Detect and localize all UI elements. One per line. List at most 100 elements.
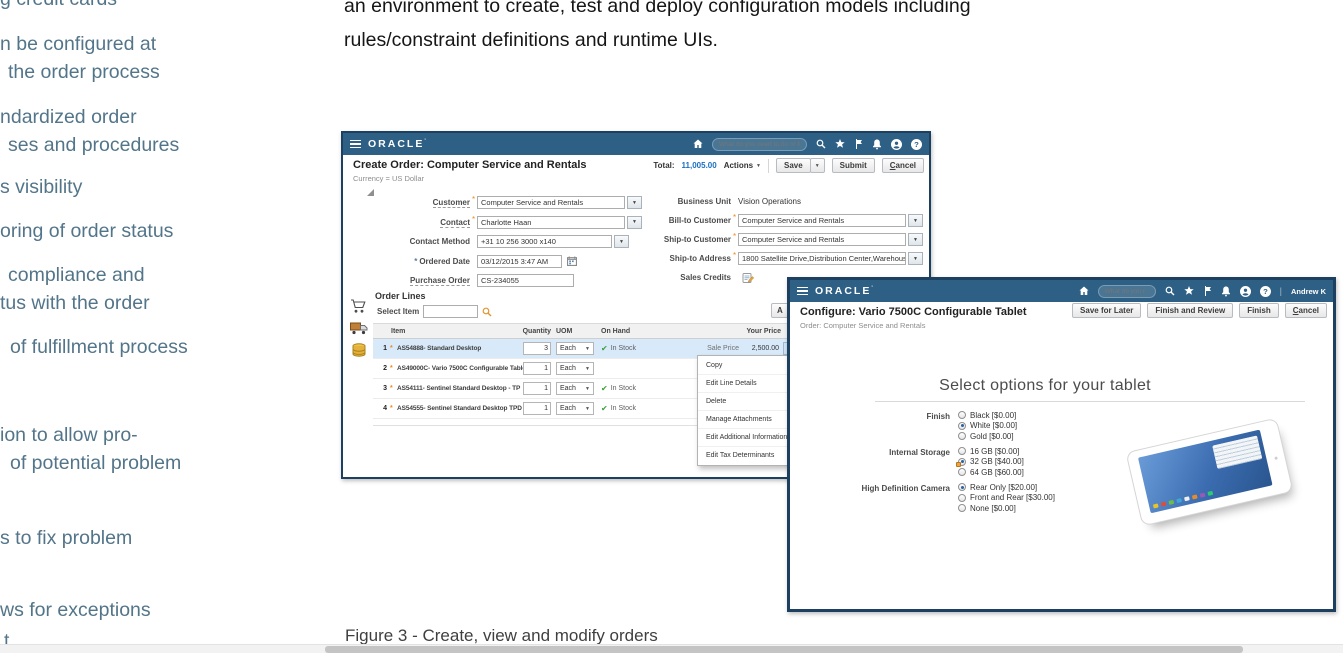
tablet-screen xyxy=(1137,429,1273,514)
field-input[interactable]: Computer Service and Rentals xyxy=(738,233,906,246)
radio-option[interactable]: None [$0.00] xyxy=(958,504,1055,513)
menu-icon[interactable] xyxy=(797,286,808,296)
flag-icon[interactable] xyxy=(1203,286,1212,296)
radio-button[interactable] xyxy=(958,411,966,419)
left-text-fragment: the order process xyxy=(8,61,160,83)
submit-button[interactable]: Submit xyxy=(831,158,875,173)
context-menu-item[interactable]: Edit Additional Information xyxy=(698,428,788,446)
scrollbar-thumb[interactable] xyxy=(325,646,1243,653)
save-options-button[interactable]: ▼ xyxy=(809,158,825,173)
uom-select[interactable]: Each ▼ xyxy=(556,362,594,375)
cancel-button[interactable]: Cancel xyxy=(1284,303,1327,318)
search-input[interactable] xyxy=(719,140,800,148)
on-hand-status: In Stock xyxy=(610,385,636,392)
quantity-cell xyxy=(523,399,551,418)
on-hand-status: In Stock xyxy=(610,405,636,412)
notifications-bell-icon[interactable] xyxy=(1221,286,1231,297)
radio-option[interactable]: 32 GB [$40.00] xyxy=(956,457,1024,467)
select-item-input[interactable] xyxy=(423,305,479,318)
option-group: Internal Storage 16 GB [$0.00] 32 GB [$40.… xyxy=(790,447,1055,477)
uom-select[interactable]: Each ▼ xyxy=(556,402,594,415)
left-text-fragment: ion to allow pro- xyxy=(0,424,138,446)
edit-sales-credits-icon[interactable] xyxy=(740,271,755,284)
context-menu-item[interactable]: Copy xyxy=(698,357,788,374)
home-icon[interactable] xyxy=(1079,286,1089,296)
radio-button[interactable] xyxy=(958,504,966,512)
uom-cell: Each ▼ xyxy=(556,359,594,378)
field-input[interactable]: CS-234055 xyxy=(477,274,574,288)
uom-select[interactable]: Each ▼ xyxy=(556,382,594,395)
context-menu-item[interactable]: Manage Attachments xyxy=(698,410,788,428)
radio-option[interactable]: Rear Only [$20.00] xyxy=(958,483,1055,492)
save-for-later-button[interactable]: Save for Later xyxy=(1072,303,1142,318)
user-circle-icon[interactable] xyxy=(891,138,902,150)
cart-icon[interactable] xyxy=(350,299,367,314)
menu-icon[interactable] xyxy=(350,139,361,149)
search-icon[interactable] xyxy=(816,139,826,149)
oracle-logo: ORACLE’ xyxy=(815,285,875,297)
chevron-down-icon: ▼ xyxy=(585,385,590,392)
actions-dropdown[interactable]: Actions ▼ xyxy=(724,161,761,170)
coins-icon[interactable] xyxy=(351,343,367,358)
radio-button[interactable] xyxy=(958,421,966,430)
radio-option[interactable]: Front and Rear [$30.00] xyxy=(958,493,1055,502)
context-menu-item[interactable]: Edit Line Details xyxy=(698,374,788,392)
option-list: Black [$0.00] White [$0.00] Gold [$0.00] xyxy=(958,411,1017,441)
truck-icon[interactable] xyxy=(349,322,368,335)
horizontal-scrollbar[interactable] xyxy=(0,644,1343,653)
help-icon[interactable]: ? xyxy=(1259,285,1271,297)
field-input[interactable]: 03/12/2015 3:47 AM xyxy=(477,254,562,268)
order-lines-toolbar xyxy=(346,299,371,358)
radio-option[interactable]: 64 GB [$60.00] xyxy=(958,468,1024,477)
dropdown-button[interactable]: ▼ xyxy=(908,233,923,246)
favorites-star-icon[interactable] xyxy=(835,139,845,149)
radio-option[interactable]: 16 GB [$0.00] xyxy=(958,447,1024,456)
column-header: On Hand xyxy=(601,327,631,335)
quantity-cell xyxy=(523,359,551,378)
left-text-fragment: n be configured at xyxy=(0,33,157,55)
radio-option[interactable]: Gold [$0.00] xyxy=(958,432,1017,441)
order-form-right-column: Business Unit*Vision OperationsBill-to C… xyxy=(575,192,923,287)
quantity-input[interactable] xyxy=(523,402,551,415)
form-row-right: Ship-to Address * 1800 Satellite Drive,Dis… xyxy=(575,249,923,268)
radio-option[interactable]: Black [$0.00] xyxy=(958,411,1017,420)
radio-button[interactable] xyxy=(958,447,966,455)
radio-button[interactable] xyxy=(956,457,966,467)
home-icon[interactable] xyxy=(693,139,703,149)
dropdown-button[interactable]: ▼ xyxy=(908,252,923,265)
help-icon[interactable]: ? xyxy=(911,138,922,150)
svg-text:?: ? xyxy=(1263,287,1268,296)
quantity-input[interactable] xyxy=(523,342,551,355)
item-name: AS54555- Sentinel Standard Desktop TPD -… xyxy=(397,405,543,412)
quantity-input[interactable] xyxy=(523,382,551,395)
user-circle-icon[interactable] xyxy=(1239,285,1251,297)
cancel-button[interactable]: Cancel xyxy=(881,158,924,173)
radio-button[interactable] xyxy=(958,493,966,502)
field-label-text: Customer xyxy=(432,198,470,209)
radio-button[interactable] xyxy=(958,468,966,476)
favorites-star-icon[interactable] xyxy=(1183,286,1194,296)
context-menu-item[interactable]: Delete xyxy=(698,392,788,410)
radio-option[interactable]: White [$0.00] xyxy=(958,421,1017,430)
dropdown-button[interactable]: ▼ xyxy=(908,214,923,227)
check-icon: ✔ xyxy=(601,404,608,413)
radio-button[interactable] xyxy=(958,483,966,491)
finish-button[interactable]: Finish xyxy=(1239,303,1279,318)
uom-select[interactable]: Each ▼ xyxy=(556,342,594,355)
modified-marker-icon xyxy=(956,461,961,467)
save-button[interactable]: Save xyxy=(776,158,811,173)
search-icon[interactable] xyxy=(482,307,492,317)
context-menu-item[interactable]: Edit Tax Determinants xyxy=(698,446,788,464)
search-input[interactable] xyxy=(1104,287,1149,295)
flag-icon[interactable] xyxy=(854,139,863,149)
field-input[interactable]: Computer Service and Rentals xyxy=(738,214,906,227)
user-name[interactable]: Andrew K xyxy=(1291,287,1326,296)
quantity-input[interactable] xyxy=(523,362,551,375)
field-label-text: Bill-to Customer xyxy=(668,216,731,225)
radio-button[interactable] xyxy=(958,432,966,440)
finish-and-review-button[interactable]: Finish and Review xyxy=(1147,303,1234,318)
field-input[interactable]: 1800 Satellite Drive,Distribution Center… xyxy=(738,252,906,265)
notifications-bell-icon[interactable] xyxy=(872,139,882,150)
search-icon[interactable] xyxy=(1165,286,1175,296)
left-text-fragment: s visibility xyxy=(0,176,83,198)
